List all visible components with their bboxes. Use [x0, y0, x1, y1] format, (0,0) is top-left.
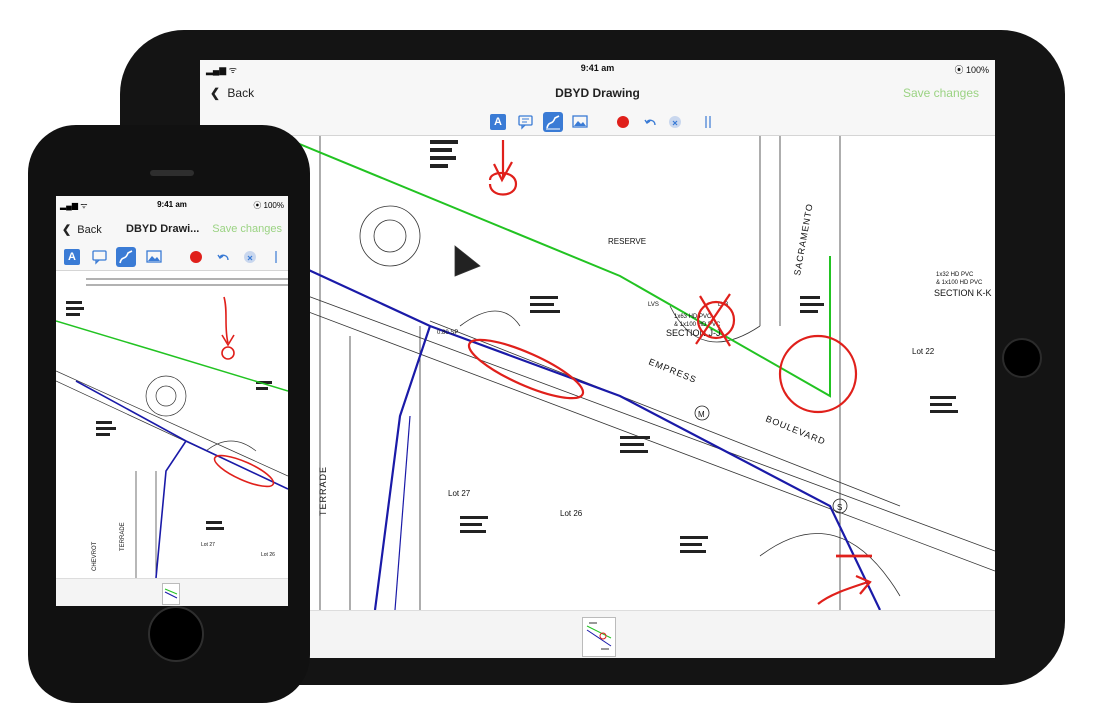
back-label: Back: [227, 86, 255, 100]
drawing-canvas[interactable]: TERRADE CHEVROT Lot 26 Lot 27: [56, 271, 288, 578]
label-terrade: TERRADE: [318, 466, 328, 516]
back-label: Back: [77, 224, 102, 236]
label-sp: 0.80 SP: [437, 330, 458, 336]
tablet-screen: ▂▄▆ ᯤ 9:41 am ⦿ 100% ❮ Back DBYD Drawing…: [200, 60, 995, 658]
freehand-tool-button[interactable]: [543, 112, 563, 132]
comment-icon: [92, 250, 107, 265]
pit-marker-s: S: [837, 503, 842, 512]
drag-handle-icon: [275, 251, 277, 263]
pen-draw-icon: [119, 250, 133, 264]
label-pvc-1: 1x63 HD PVC: [674, 314, 712, 320]
label-empress: EMPRESS: [647, 357, 698, 385]
phone-nav-bar: ❮ Back DBYD Drawi... Save changes: [56, 214, 288, 245]
label-reserve: RESERVE: [608, 237, 646, 246]
undo-button[interactable]: [643, 114, 659, 130]
utility-plan-drawing: RESERVE SECTION J-J SECTION K-K EMPRESS …: [200, 136, 995, 610]
comment-icon: [518, 115, 533, 130]
page-title: DBYD Drawi...: [126, 223, 200, 235]
label-lot-27: Lot 27: [448, 489, 471, 498]
phone-speaker: [150, 170, 194, 176]
drawing-canvas[interactable]: RESERVE SECTION J-J SECTION K-K EMPRESS …: [200, 136, 995, 610]
color-picker-button[interactable]: [190, 251, 202, 263]
back-button[interactable]: ❮ Back: [210, 86, 254, 100]
text-tool-button[interactable]: A: [64, 249, 80, 265]
comment-tool-button[interactable]: [518, 114, 534, 130]
label-lvs: LVS: [648, 302, 659, 308]
label-terrade: TERRADE: [120, 522, 126, 551]
undo-button[interactable]: [216, 249, 232, 265]
close-icon: [672, 120, 678, 126]
manhole-marker-m: M: [698, 410, 705, 419]
chevron-left-icon: ❮: [210, 86, 221, 100]
tablet-annotation-toolbar: A: [200, 110, 995, 136]
tablet-home-button: [1002, 338, 1042, 378]
page-thumbnail[interactable]: [582, 617, 616, 657]
save-changes-button[interactable]: Save changes: [903, 86, 979, 100]
tablet-status-bar: ▂▄▆ ᯤ 9:41 am ⦿ 100%: [200, 60, 995, 76]
comment-tool-button[interactable]: [92, 249, 108, 265]
text-tool-icon: A: [68, 251, 76, 263]
label-lot-22: Lot 22: [912, 347, 935, 356]
phone-annotation-toolbar: A: [56, 244, 288, 271]
page-thumbnail[interactable]: [162, 583, 180, 605]
undo-icon: [644, 119, 656, 126]
clear-button[interactable]: [669, 116, 681, 128]
utility-plan-drawing: TERRADE CHEVROT Lot 26 Lot 27: [56, 278, 288, 578]
image-icon: [146, 250, 162, 263]
chevron-left-icon: ❮: [62, 224, 72, 236]
page-thumbnail-image: [586, 622, 612, 650]
image-tool-button[interactable]: [146, 249, 162, 265]
page-thumbnail-strip: [200, 610, 995, 658]
text-tool-button[interactable]: A: [490, 114, 506, 130]
battery-icon: ⦿ 100%: [954, 65, 989, 75]
phone-status-bar: ▂▄▆ ᯤ 9:41 am ⦿ 100%: [56, 196, 288, 214]
page-title: DBYD Drawing: [555, 86, 640, 100]
page-thumbnail-strip: [56, 578, 288, 606]
label-lot-26: Lot 26: [261, 552, 275, 558]
color-picker-button[interactable]: [617, 116, 629, 128]
back-button[interactable]: ❮ Back: [62, 223, 102, 236]
tablet-nav-bar: ❮ Back DBYD Drawing Save changes: [200, 76, 995, 111]
image-tool-button[interactable]: [572, 114, 588, 130]
toolbar-drag-handle[interactable]: [700, 114, 716, 130]
battery-icon: ⦿ 100%: [253, 201, 284, 210]
label-pvc-4: & 1x100 HD PVC: [936, 280, 983, 286]
pen-draw-icon: [546, 115, 560, 130]
freehand-tool-button[interactable]: [116, 247, 136, 267]
text-tool-icon: A: [494, 116, 502, 128]
label-lot-26: Lot 26: [560, 509, 583, 518]
label-sacramento: SACRAMENTO: [792, 202, 815, 276]
phone-screen: ▂▄▆ ᯤ 9:41 am ⦿ 100% ❮ Back DBYD Drawi..…: [56, 196, 288, 606]
drag-handle-icon: [705, 116, 711, 128]
toolbar-drag-handle[interactable]: [268, 249, 284, 265]
label-lot-27: Lot 27: [201, 542, 215, 548]
label-boulevard: BOULEVARD: [764, 414, 827, 447]
phone-home-button: [148, 606, 204, 662]
undo-icon: [217, 254, 229, 261]
page-thumbnail-image: [164, 588, 178, 599]
image-icon: [572, 115, 588, 128]
label-section-kk: SECTION K-K: [934, 288, 992, 298]
label-chevrot: CHEVROT: [92, 541, 98, 571]
save-changes-button[interactable]: Save changes: [212, 223, 282, 235]
label-pvc-3: 1x32 HD PVC: [936, 272, 974, 278]
clear-button[interactable]: [244, 251, 256, 263]
red-markup-layer: [213, 296, 275, 488]
status-time: 9:41 am: [580, 63, 615, 73]
close-icon: [247, 255, 253, 261]
